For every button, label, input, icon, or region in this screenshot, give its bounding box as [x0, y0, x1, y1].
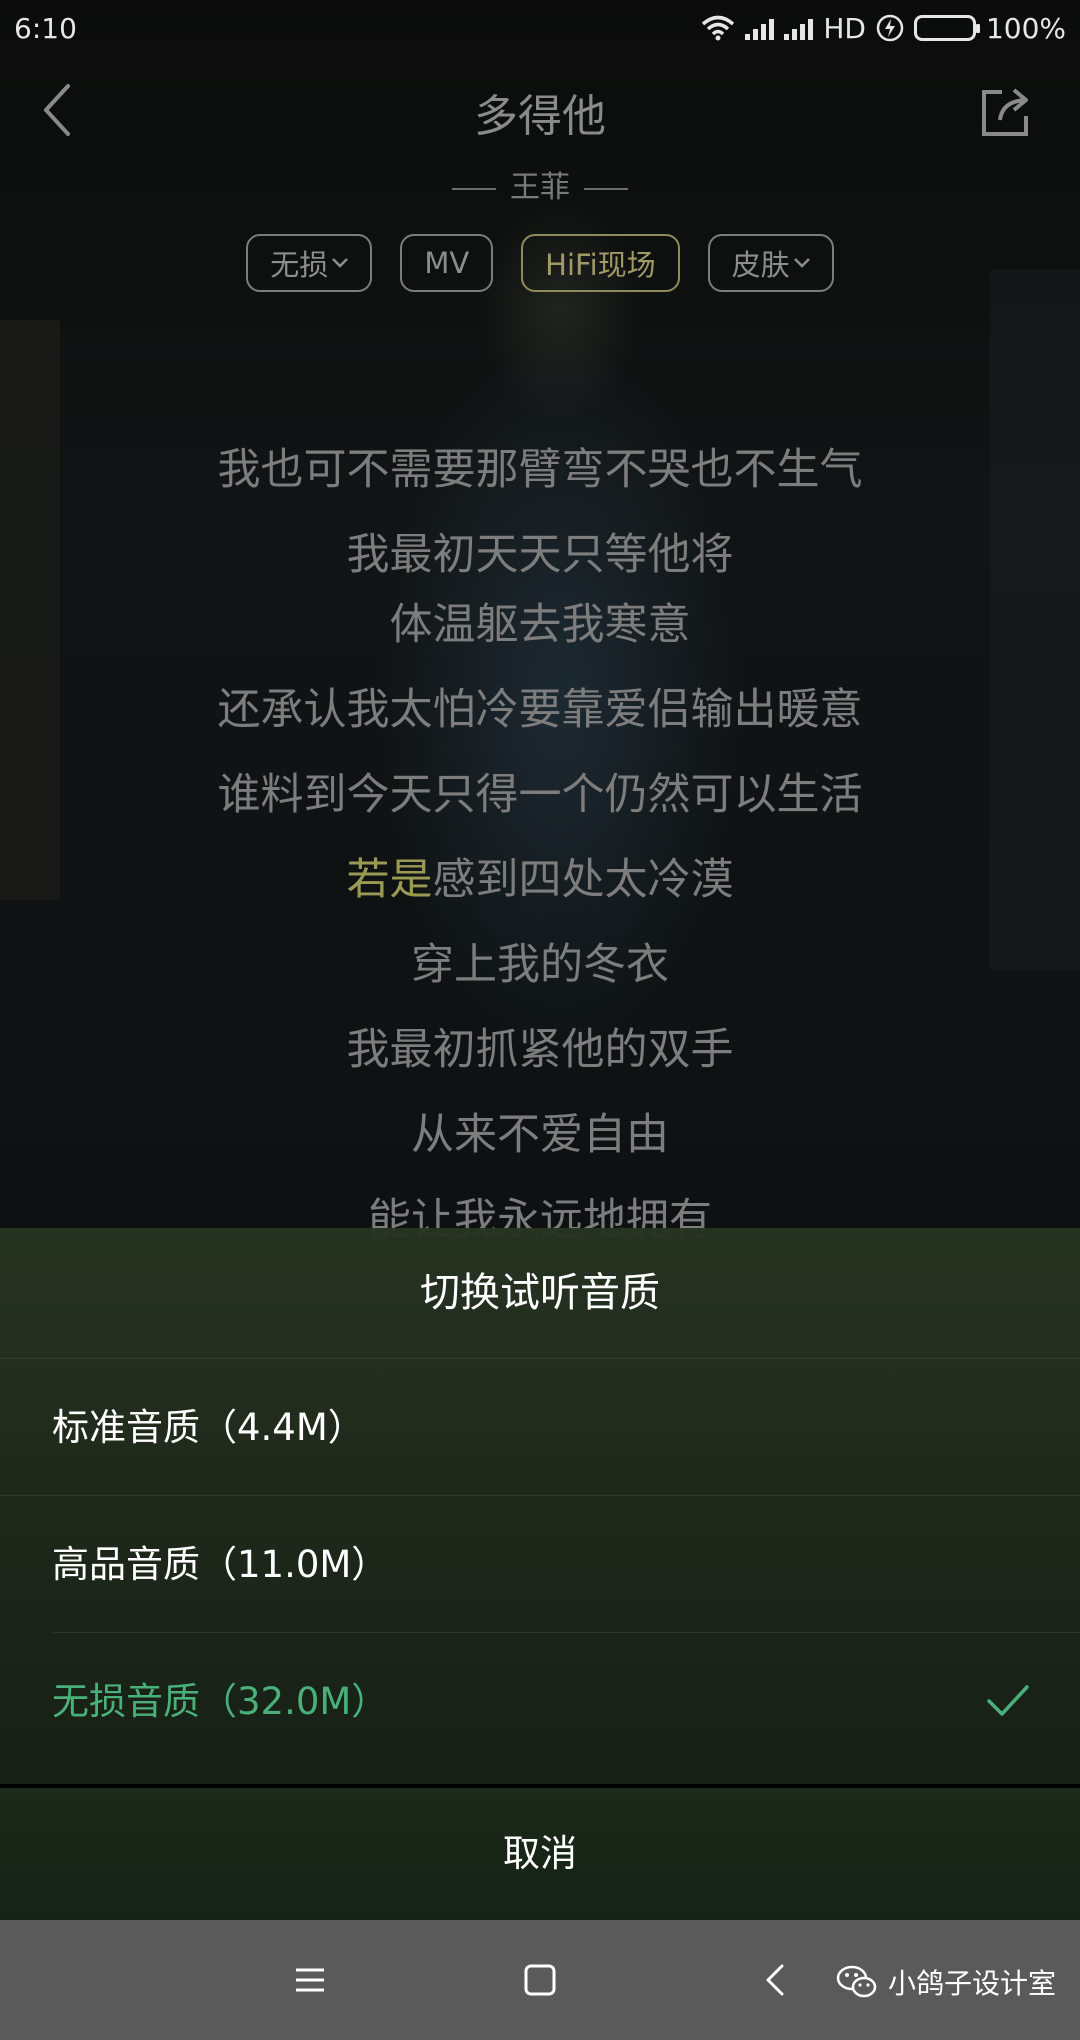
quality-chip[interactable]: 无损 [246, 234, 373, 292]
hifi-live-chip[interactable]: HiFi现场 [521, 234, 680, 292]
cancel-button[interactable]: 取消 [0, 1788, 1080, 1920]
quality-switch-sheet: 切换试听音质 标准音质（4.4M） 高品音质（11.0M） 无损音质（32.0M… [0, 1228, 1080, 1784]
watermark: 小鸽子设计室 [836, 1960, 1056, 2004]
chip-row: 无损 MV HiFi现场 皮肤 [0, 234, 1080, 292]
skin-chip-label: 皮肤 [731, 248, 790, 282]
mv-chip-label: MV [424, 246, 470, 280]
wifi-icon [702, 15, 735, 41]
quality-option-label: 无损音质（32.0M） [52, 1680, 389, 1723]
quality-option-label: 标准音质（4.4M） [52, 1406, 365, 1449]
charging-icon [876, 14, 904, 42]
battery-percent: 100% [985, 11, 1066, 45]
lyric-line: 谁料到今天只得一个仍然可以生活 [217, 770, 863, 820]
mv-chip[interactable]: MV [400, 234, 494, 292]
quality-option-lossless[interactable]: 无损音质（32.0M） [52, 1632, 1080, 1769]
back-nav-icon[interactable] [754, 1958, 798, 2002]
signal-icon-1 [745, 16, 775, 40]
signal-icon-2 [784, 16, 814, 40]
chevron-down-icon [793, 258, 810, 268]
cancel-area: 取消 [0, 1788, 1080, 1920]
status-time: 6:10 [14, 11, 77, 45]
current-lyric-line: 若是感到四处太冷漠 [0, 845, 1080, 907]
quality-chip-label: 无损 [270, 248, 329, 282]
status-bar: 6:10 HD 100% [0, 0, 1080, 56]
artist-name[interactable]: 王菲 [510, 170, 570, 205]
menu-icon[interactable] [288, 1958, 332, 2002]
hifi-chip-label: HiFi现场 [545, 248, 656, 282]
lyric-unsung-part: 感到四处太冷漠 [432, 855, 734, 905]
lyric-sung-part: 若是 [346, 855, 433, 905]
quality-option-high[interactable]: 高品音质（11.0M） [0, 1495, 1080, 1632]
lyric-line: 体温躯去我寒意 [389, 600, 691, 650]
player-header: 多得他 [0, 60, 1080, 160]
home-icon[interactable] [518, 1958, 562, 2002]
lyric-line: 还承认我太怕冷要靠爱侣输出暖意 [217, 685, 863, 735]
share-icon[interactable] [978, 84, 1034, 140]
watermark-text: 小鸽子设计室 [888, 1967, 1057, 2000]
network-type: HD [823, 11, 866, 45]
battery-icon [913, 15, 980, 41]
checkmark-icon [987, 1685, 1029, 1716]
lyric-line: 穿上我的冬衣 [411, 940, 669, 990]
skin-chip[interactable]: 皮肤 [707, 234, 834, 292]
chevron-down-icon [332, 258, 349, 268]
song-title: 多得他 [474, 91, 606, 142]
lyric-line: 从来不爱自由 [411, 1110, 669, 1160]
quality-option-standard[interactable]: 标准音质（4.4M） [0, 1358, 1080, 1495]
artist-name-row: 王菲 [0, 162, 1080, 206]
sheet-title: 切换试听音质 [420, 1270, 660, 1316]
lyric-line: 我也可不需要那臂弯不哭也不生气 [217, 445, 863, 495]
lyric-line: 我最初抓紧他的双手 [346, 1025, 734, 1075]
wechat-icon [836, 1965, 877, 1998]
quality-option-label: 高品音质（11.0M） [52, 1543, 389, 1586]
lyric-line: 我最初天天只等他将 [346, 530, 734, 580]
